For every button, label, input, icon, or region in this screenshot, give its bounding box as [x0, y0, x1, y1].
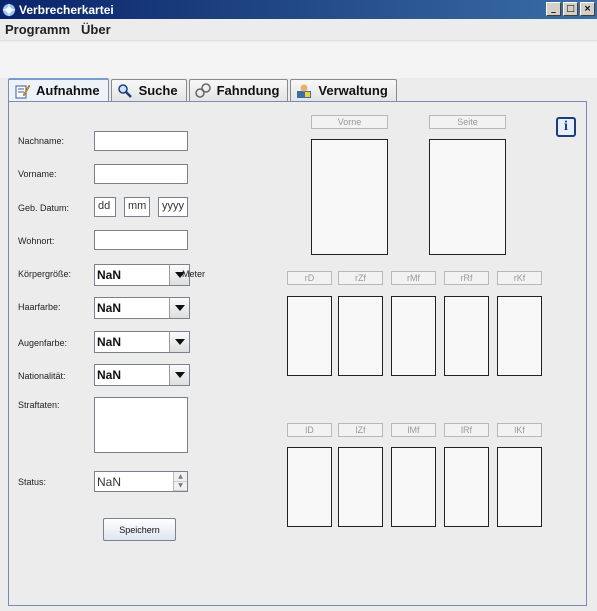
vorname-input[interactable]: [94, 164, 188, 184]
right-finger-label: rRf: [444, 271, 489, 285]
right-fingerprint-slot[interactable]: [497, 296, 542, 376]
right-fingerprint-slot[interactable]: [444, 296, 489, 376]
menu-ueber[interactable]: Über: [76, 22, 117, 37]
tab-fahndung-label: Fahndung: [216, 83, 280, 98]
chevron-down-icon[interactable]: [169, 298, 189, 318]
right-finger-label: rMf: [391, 271, 436, 285]
menu-bar: Programm Über: [0, 19, 597, 41]
right-fingerprint-slot[interactable]: [338, 296, 383, 376]
nationalitaet-select[interactable]: NaN: [94, 364, 190, 386]
right-finger-label: rD: [287, 271, 332, 285]
right-finger-label: rKf: [497, 271, 542, 285]
title-bar: Verbrecherkartei _ □ ×: [0, 0, 597, 19]
chevron-down-icon[interactable]: [169, 365, 189, 385]
right-fingerprint-slot[interactable]: [391, 296, 436, 376]
augenfarbe-label: Augenfarbe:: [18, 338, 68, 348]
day-input[interactable]: dd: [94, 197, 116, 217]
koerpergroesse-select[interactable]: NaN: [94, 264, 190, 286]
straftaten-label: Straftaten:: [18, 400, 60, 410]
seite-label: Seite: [429, 115, 506, 129]
vorname-label: Vorname:: [18, 169, 57, 179]
haarfarbe-label: Haarfarbe:: [18, 302, 61, 312]
meter-label: Meter: [182, 269, 206, 279]
tab-suche[interactable]: Suche: [110, 79, 187, 101]
wohnort-input[interactable]: [94, 230, 188, 250]
app-icon: [2, 2, 16, 17]
nachname-input[interactable]: [94, 131, 188, 151]
admin-icon: [297, 84, 312, 98]
maximize-button[interactable]: □: [563, 2, 578, 16]
koerpergroesse-label: Körpergröße:: [18, 269, 72, 279]
spinner-up-icon[interactable]: ▲: [174, 472, 187, 482]
minimize-button[interactable]: _: [546, 2, 561, 16]
nationalitaet-value: NaN: [97, 368, 122, 382]
search-icon: [117, 83, 132, 98]
vorne-label: Vorne: [311, 115, 388, 129]
toolbar-area: [0, 42, 597, 78]
window-title: Verbrecherkartei: [19, 2, 114, 17]
right-finger-label: rZf: [338, 271, 383, 285]
status-spinner[interactable]: NaN ▲ ▼: [94, 471, 188, 492]
straftaten-textarea[interactable]: [94, 397, 188, 453]
tab-verwaltung[interactable]: Verwaltung: [290, 79, 397, 101]
left-finger-label: lD: [287, 423, 332, 437]
month-input[interactable]: mm: [124, 197, 150, 217]
nationalitaet-label: Nationalität:: [18, 371, 66, 381]
menu-programm[interactable]: Programm: [0, 22, 76, 37]
seite-photo[interactable]: [429, 139, 506, 255]
right-fingerprint-slot[interactable]: [287, 296, 332, 376]
status-label: Status:: [18, 477, 47, 487]
spinner-down-icon[interactable]: ▼: [174, 481, 187, 491]
koerpergroesse-value: NaN: [97, 268, 122, 282]
tab-bar: Aufnahme Suche Fahndung Verwaltung: [8, 78, 399, 101]
left-finger-label: lMf: [391, 423, 436, 437]
year-input[interactable]: yyyy: [158, 197, 188, 217]
haarfarbe-value: NaN: [97, 301, 122, 315]
augenfarbe-value: NaN: [97, 335, 122, 349]
tab-verwaltung-label: Verwaltung: [318, 83, 388, 98]
left-fingerprint-slot[interactable]: [497, 447, 542, 527]
tab-aufnahme[interactable]: Aufnahme: [8, 78, 109, 101]
tab-fahndung[interactable]: Fahndung: [188, 79, 289, 101]
tab-aufnahme-label: Aufnahme: [36, 83, 100, 98]
handcuffs-icon: [194, 82, 211, 98]
left-finger-label: lKf: [497, 423, 542, 437]
edit-icon: [15, 84, 30, 98]
augenfarbe-select[interactable]: NaN: [94, 331, 190, 353]
geb-datum-label: Geb. Datum:: [18, 203, 70, 213]
info-icon[interactable]: i: [556, 117, 576, 137]
left-finger-label: lRf: [444, 423, 489, 437]
left-fingerprint-slot[interactable]: [287, 447, 332, 527]
left-finger-label: lZf: [338, 423, 383, 437]
tab-suche-label: Suche: [138, 83, 178, 98]
nachname-label: Nachname:: [18, 136, 65, 146]
status-value: NaN: [97, 475, 122, 489]
left-fingerprint-slot[interactable]: [444, 447, 489, 527]
save-button[interactable]: Speichern: [103, 518, 176, 541]
left-fingerprint-slot[interactable]: [391, 447, 436, 527]
left-fingerprint-slot[interactable]: [338, 447, 383, 527]
chevron-down-icon[interactable]: [169, 332, 189, 352]
close-button[interactable]: ×: [580, 2, 595, 16]
haarfarbe-select[interactable]: NaN: [94, 297, 190, 319]
vorne-photo[interactable]: [311, 139, 388, 255]
wohnort-label: Wohnort:: [18, 236, 55, 246]
